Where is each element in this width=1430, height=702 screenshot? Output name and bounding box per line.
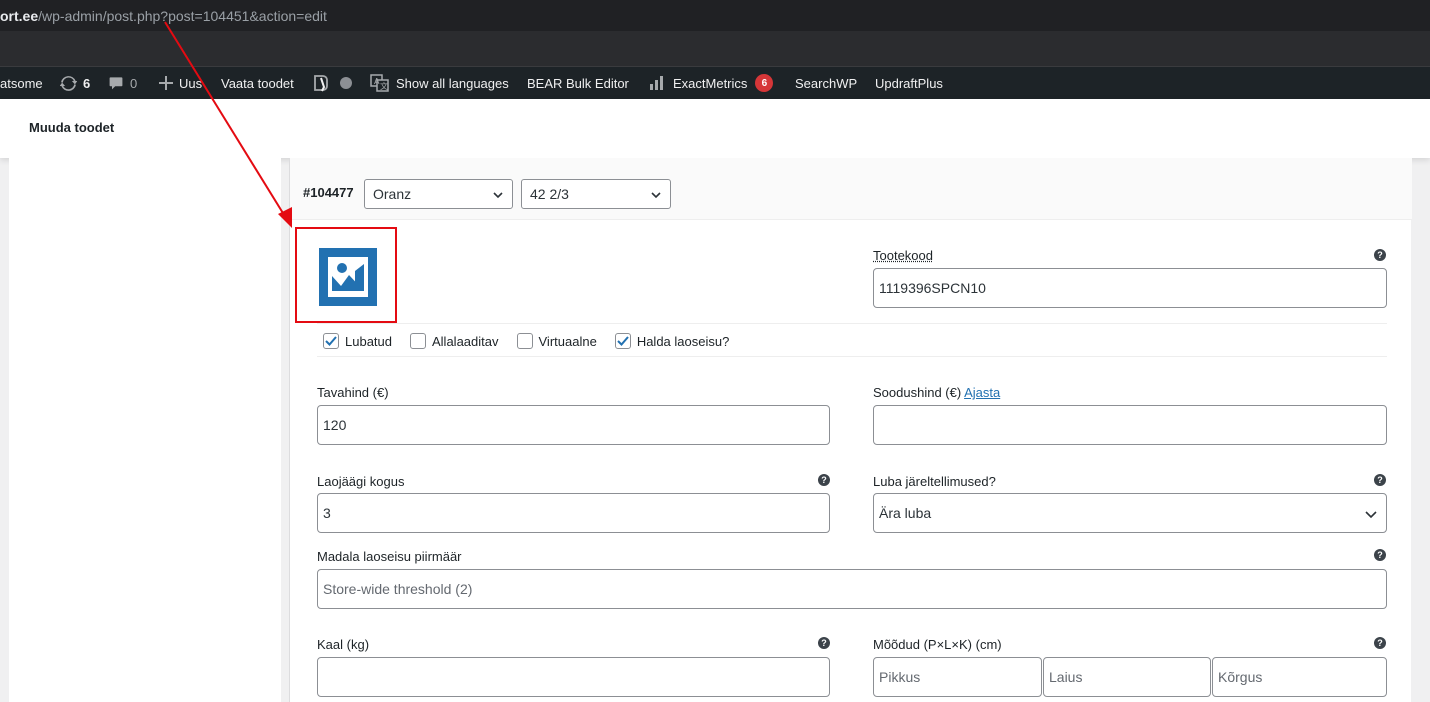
stock-quantity-input[interactable]: 3: [317, 493, 830, 533]
bar-chart-icon: [649, 75, 665, 91]
size-attribute-select[interactable]: 42 2/3: [521, 179, 671, 209]
bear-bulk-editor-link[interactable]: BEAR Bulk Editor: [527, 67, 629, 99]
downloadable-checkbox[interactable]: Allalaaditav: [410, 333, 499, 349]
page-title: Muuda toodet: [29, 120, 115, 135]
sale-price-label: Soodushind (€) Ajasta: [873, 385, 1001, 400]
plus-icon: [159, 76, 173, 90]
show-all-languages-link[interactable]: A文 Show all languages: [370, 67, 509, 99]
svg-text:文: 文: [380, 81, 388, 91]
color-attribute-select[interactable]: Oranz: [364, 179, 513, 209]
comments-link[interactable]: 0: [108, 67, 137, 99]
variation-header[interactable]: #104477 Oranz 42 2/3: [290, 158, 1412, 220]
new-content-link[interactable]: Uus: [159, 67, 202, 99]
comments-count: 0: [130, 75, 138, 91]
searchwp-link[interactable]: SearchWP: [795, 67, 857, 99]
variation-id: #104477: [303, 185, 354, 200]
browser-url-bar[interactable]: ort.ee/wp-admin/post.php?post=104451&act…: [0, 0, 1430, 31]
wp-admin-bar: atsome 6 0 Uus Vaata toodet A文 Show all …: [0, 67, 1430, 99]
seo-status-dot: [340, 77, 352, 89]
chevron-down-icon: [1364, 507, 1378, 524]
virtual-checkbox[interactable]: Virtuaalne: [516, 333, 597, 349]
yoast-icon: [313, 74, 330, 92]
schedule-sale-link[interactable]: Ajasta: [964, 385, 1000, 400]
sku-input[interactable]: 1119396SPCN10: [873, 268, 1387, 308]
weight-label: Kaal (kg): [317, 637, 370, 652]
low-stock-help-icon[interactable]: ?: [1374, 549, 1386, 561]
stock-quantity-help-icon[interactable]: ?: [818, 474, 830, 486]
height-input[interactable]: Kõrgus: [1212, 657, 1387, 697]
sku-label: Tootekood: [873, 248, 933, 263]
exactmetrics-notification-badge: 6: [755, 74, 774, 92]
stock-quantity-label: Laojäägi kogus: [317, 474, 405, 489]
updates-count: 6: [83, 75, 91, 91]
length-input[interactable]: Pikkus: [873, 657, 1042, 697]
checkmark-icon: [617, 336, 629, 346]
address-text[interactable]: ort.ee/wp-admin/post.php?post=104451&act…: [0, 8, 327, 24]
dimensions-help-icon[interactable]: ?: [1374, 637, 1386, 649]
yoast-seo-link[interactable]: [313, 67, 352, 99]
checkbox-unchecked[interactable]: [410, 333, 426, 349]
regular-price-input[interactable]: 120: [317, 405, 830, 445]
updates-link[interactable]: 6: [60, 67, 90, 99]
comment-icon: [108, 75, 124, 91]
regular-price-label: Tavahind (€): [317, 385, 389, 400]
checkbox-checked[interactable]: [614, 333, 631, 349]
checkmark-icon: [325, 336, 337, 346]
low-stock-threshold-label: Madala laoseisu piirmäär: [317, 549, 462, 564]
site-name-link[interactable]: atsome: [0, 67, 43, 99]
backorders-select[interactable]: Ära luba: [873, 493, 1387, 533]
updraftplus-link[interactable]: UpdraftPlus: [875, 67, 943, 99]
sku-help-icon[interactable]: ?: [1374, 249, 1386, 261]
backorders-label: Luba järeltellimused?: [873, 474, 996, 489]
weight-input[interactable]: [317, 657, 830, 697]
translate-icon: A文: [370, 74, 390, 92]
enabled-checkbox[interactable]: Lubatud: [323, 333, 392, 349]
exactmetrics-link[interactable]: ExactMetrics 6: [649, 67, 774, 99]
dimensions-label: Mõõdud (P×L×K) (cm): [873, 637, 1002, 652]
checkbox-checked[interactable]: [323, 333, 339, 349]
browser-toolbar: [0, 31, 1430, 67]
checkbox-unchecked[interactable]: [516, 333, 533, 349]
left-content-column: [9, 158, 281, 702]
divider: [317, 323, 1387, 324]
url-path: /wp-admin/post.php?post=104451&action=ed…: [38, 8, 327, 24]
width-input[interactable]: Laius: [1043, 657, 1211, 697]
chevron-down-icon: [650, 188, 662, 204]
sale-price-input[interactable]: [873, 405, 1387, 445]
view-product-link[interactable]: Vaata toodet: [221, 67, 294, 99]
backorders-help-icon[interactable]: ?: [1374, 474, 1386, 486]
weight-help-icon[interactable]: ?: [818, 637, 830, 649]
url-host: ort.ee: [0, 8, 39, 24]
new-label: Uus: [179, 75, 203, 91]
refresh-icon: [60, 75, 77, 92]
variation-options-row: Lubatud Allalaaditav Virtuaalne Halda la…: [323, 332, 747, 350]
low-stock-threshold-input[interactable]: Store-wide threshold (2): [317, 569, 1387, 609]
manage-stock-checkbox[interactable]: Halda laoseisu?: [614, 333, 729, 349]
annotation-highlight-box: [295, 227, 397, 323]
page-header: Muuda toodet: [0, 99, 1430, 158]
variation-panel: #104477 Oranz 42 2/3 Tootekood ? 1119396…: [289, 158, 1412, 702]
divider: [317, 356, 1387, 357]
chevron-down-icon: [492, 188, 504, 204]
